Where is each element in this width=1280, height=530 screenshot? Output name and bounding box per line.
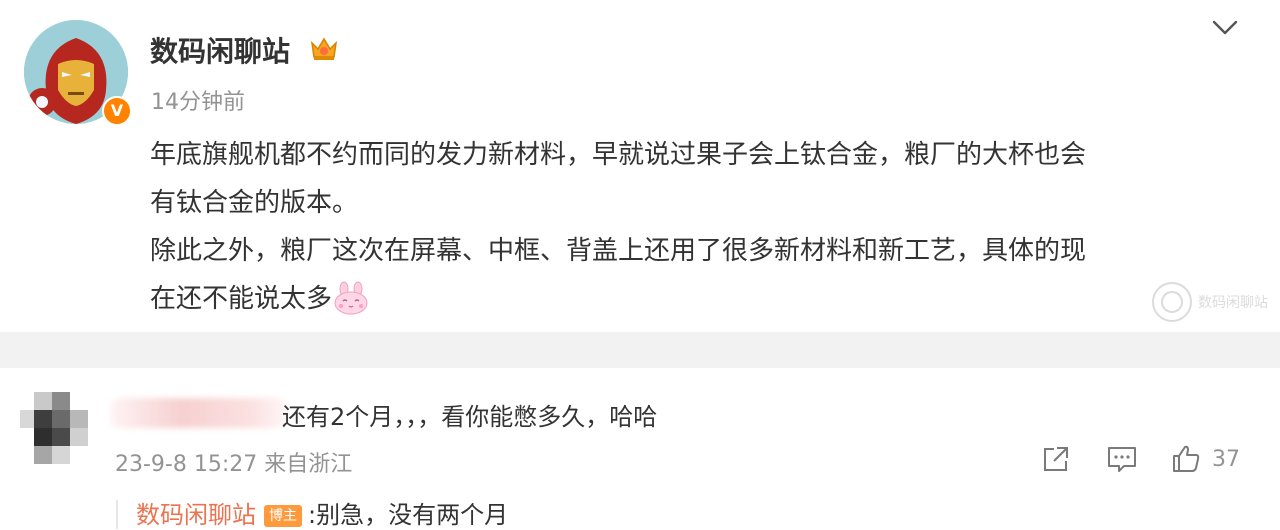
like-icon [1173,445,1200,472]
post-timestamp: 14分钟前 [151,90,245,115]
comment-icon [1108,447,1136,472]
commenter-name-blurred[interactable] [110,398,288,428]
post-paragraph-text: 在还不能说太多 [150,284,333,314]
like-count: 37 [1212,446,1240,472]
chevron-down-icon[interactable] [1210,16,1240,40]
share-button[interactable] [1040,442,1072,476]
post-content: 年底旗舰机都不约而同的发力新材料，早就说过果子会上钛合金，粮厂的大杯也会 有钛合… [150,131,1250,323]
reply-button[interactable] [1106,442,1138,476]
watermark-text: 数码闲聊站 [1198,295,1268,311]
comment-text: 还有2个月，，，看你能憋多久，哈哈 [282,403,658,431]
watermark: 数码闲聊站 [1150,280,1270,324]
author-tag-badge: 博主 [264,505,302,527]
crown-icon [310,37,338,60]
post-paragraph-last: 在还不能说太多 [150,275,1250,323]
verified-badge: V [102,96,132,126]
section-divider [0,332,1280,368]
rabbit-emoji [334,281,368,315]
reply-text: :别急，没有两个月 [308,501,509,529]
author-reply: 数码闲聊站 博主 :别急，没有两个月 [116,500,508,529]
post-paragraph: 除此之外，粮厂这次在屏幕、中框、背盖上还用了很多新材料和新工艺，具体的现 [150,236,1087,266]
commenter-avatar[interactable] [20,388,92,468]
comment-meta: 23-9-8 15:27 来自浙江 [115,452,353,477]
reply-author-name[interactable]: 数码闲聊站 [136,501,256,529]
share-icon [1044,447,1068,471]
like-button[interactable]: 37 [1170,442,1240,476]
weibo-watermark-icon [1152,282,1192,322]
post-paragraph: 年底旗舰机都不约而同的发力新材料，早就说过果子会上钛合金，粮厂的大杯也会 [150,140,1087,170]
weibo-post: V 数码闲聊站 14分钟前 年底旗舰机都不约而同的发力新材料，早就说过果子会上钛… [0,0,1280,332]
author-name[interactable]: 数码闲聊站 [150,30,290,70]
post-paragraph: 有钛合金的版本。 [150,188,359,218]
